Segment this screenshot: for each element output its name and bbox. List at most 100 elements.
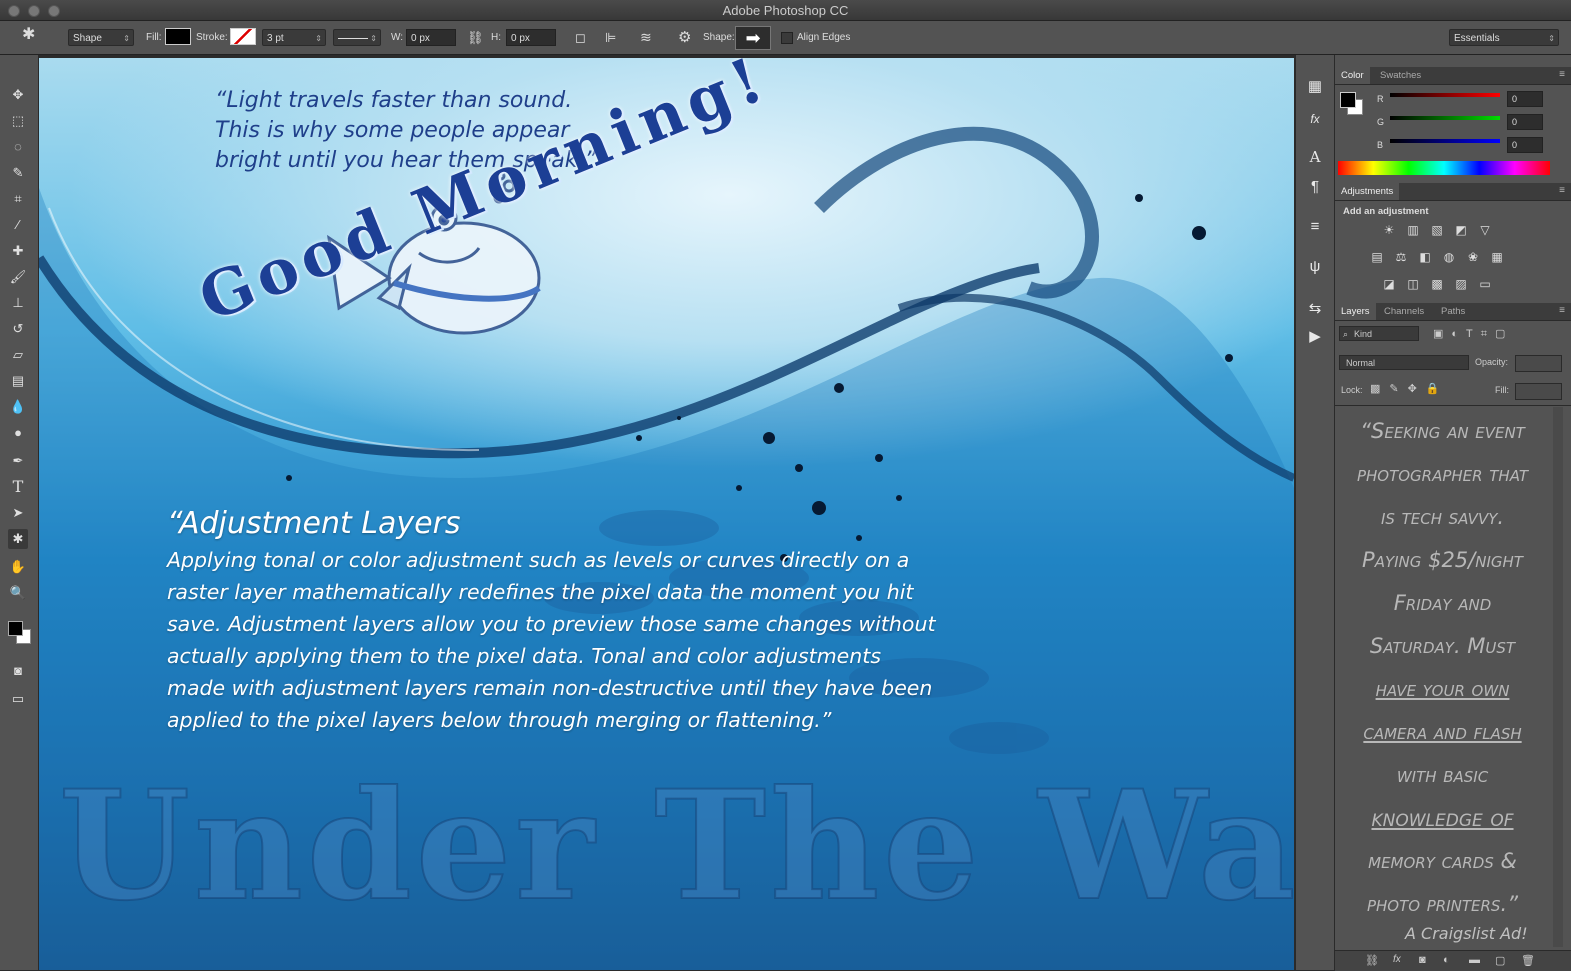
shape-picker-arrow-icon[interactable]: ➡ bbox=[735, 26, 771, 50]
r-slider[interactable] bbox=[1390, 93, 1500, 97]
body-line: raster layer mathematically redefines th… bbox=[167, 580, 914, 604]
new-layer-icon[interactable]: ▢ bbox=[1495, 954, 1505, 967]
lasso-tool-icon[interactable]: ◌ bbox=[8, 137, 28, 157]
crop-tool-icon[interactable]: ⌗ bbox=[8, 189, 28, 209]
tab-swatches[interactable]: Swatches bbox=[1374, 67, 1427, 84]
g-slider[interactable] bbox=[1390, 116, 1500, 120]
custom-shape-tool-icon[interactable]: ✱ bbox=[22, 26, 35, 43]
foreground-color-swatch[interactable] bbox=[1340, 92, 1356, 108]
path-operations-icon[interactable]: ◻ bbox=[575, 29, 586, 46]
group-folder-icon[interactable]: ▬ bbox=[1469, 954, 1480, 966]
lock-icons[interactable]: ▩✎✥🔒 bbox=[1370, 382, 1449, 395]
photo-filter-icon[interactable]: ◍ bbox=[1441, 250, 1457, 264]
ad-line: is tech savvy. bbox=[1380, 505, 1505, 529]
trash-icon[interactable]: 🗑 bbox=[1521, 954, 1535, 967]
styles-panel-icon[interactable]: fx bbox=[1305, 109, 1325, 129]
filter-type-icons[interactable]: ▣◐T⌗▢ bbox=[1433, 327, 1513, 341]
stroke-width-select[interactable]: 3 pt bbox=[262, 29, 326, 47]
opacity-field[interactable] bbox=[1515, 355, 1562, 372]
path-alignment-icon[interactable]: ⊫ bbox=[605, 29, 616, 46]
document-canvas[interactable]: “Light travels faster than sound. This i… bbox=[39, 58, 1294, 970]
r-value-field[interactable]: 0 bbox=[1507, 91, 1543, 107]
hue-saturation-icon[interactable]: ▤ bbox=[1369, 250, 1385, 264]
fill-swatch[interactable] bbox=[165, 28, 191, 45]
width-field[interactable]: 0 px bbox=[406, 29, 456, 46]
threshold-icon[interactable]: ▩ bbox=[1429, 277, 1445, 291]
path-arrangement-icon[interactable]: ≋ bbox=[640, 29, 652, 46]
foreground-background-colors[interactable] bbox=[8, 621, 31, 644]
stroke-swatch[interactable] bbox=[230, 28, 256, 45]
tab-channels[interactable]: Channels bbox=[1378, 303, 1430, 320]
move-tool-icon[interactable]: ✥ bbox=[8, 85, 28, 105]
marquee-tool-icon[interactable]: ⬚ bbox=[8, 111, 28, 131]
tab-paths[interactable]: Paths bbox=[1435, 303, 1471, 320]
eraser-tool-icon[interactable]: ▱ bbox=[8, 345, 28, 365]
panel-menu-icon[interactable]: ≡ bbox=[1559, 185, 1565, 196]
clone-source-panel-icon[interactable]: ⇆ bbox=[1305, 299, 1325, 319]
screen-mode-icon[interactable]: ▭ bbox=[8, 689, 28, 709]
tab-layers[interactable]: Layers bbox=[1335, 303, 1376, 320]
properties-panel-icon[interactable]: ≡ bbox=[1305, 217, 1325, 237]
stroke-label: Stroke: bbox=[196, 32, 228, 43]
levels-icon[interactable]: ▥ bbox=[1405, 223, 1421, 237]
link-icon[interactable]: ⛓ bbox=[467, 29, 484, 46]
actions-panel-icon[interactable]: ▶ bbox=[1305, 327, 1325, 347]
g-value-field[interactable]: 0 bbox=[1507, 114, 1543, 130]
layer-mask-icon[interactable]: ◙ bbox=[1419, 954, 1426, 966]
paragraph-panel-icon[interactable]: ¶ bbox=[1305, 177, 1325, 197]
blend-mode-select[interactable]: Normal bbox=[1339, 355, 1469, 370]
brush-tool-icon[interactable]: 🖌 bbox=[8, 267, 28, 287]
color-balance-icon[interactable]: ⚖ bbox=[1393, 250, 1409, 264]
link-layers-icon[interactable]: ⛓ bbox=[1365, 954, 1379, 967]
posterize-icon[interactable]: ◫ bbox=[1405, 277, 1421, 291]
character-panel-icon[interactable]: A bbox=[1305, 147, 1325, 167]
color-spectrum-bar[interactable] bbox=[1338, 161, 1550, 175]
b-slider[interactable] bbox=[1390, 139, 1500, 143]
path-selection-tool-icon[interactable]: ➤ bbox=[8, 503, 28, 523]
filter-label: Kind bbox=[1354, 329, 1373, 339]
panel-menu-icon[interactable]: ≡ bbox=[1559, 305, 1565, 316]
selective-color-icon[interactable]: ▨ bbox=[1453, 277, 1469, 291]
dodge-tool-icon[interactable]: ● bbox=[8, 423, 28, 443]
gear-icon[interactable]: ⚙ bbox=[678, 29, 691, 46]
tool-mode-select[interactable]: Shape bbox=[68, 29, 134, 47]
history-panel-icon[interactable]: ▦ bbox=[1305, 77, 1325, 97]
vibrance-icon[interactable]: ▽ bbox=[1477, 223, 1493, 237]
gradient-map-icon[interactable]: ▭ bbox=[1477, 277, 1493, 291]
b-value-field[interactable]: 0 bbox=[1507, 137, 1543, 153]
gradient-tool-icon[interactable]: ▤ bbox=[8, 371, 28, 391]
fill-field[interactable] bbox=[1515, 383, 1562, 400]
custom-shape-tool-button-icon[interactable]: ✱ bbox=[8, 529, 28, 549]
zoom-tool-icon[interactable]: 🔍 bbox=[8, 583, 28, 603]
layer-filter-select[interactable]: ⌕ Kind bbox=[1339, 326, 1419, 341]
channel-mixer-icon[interactable]: ❀ bbox=[1465, 250, 1481, 264]
workspace-select[interactable]: Essentials bbox=[1449, 29, 1559, 47]
panel-menu-icon[interactable]: ≡ bbox=[1559, 69, 1565, 80]
quick-mask-icon[interactable]: ◙ bbox=[8, 661, 28, 681]
stamp-tool-icon[interactable]: ⊥ bbox=[8, 293, 28, 313]
layer-style-icon[interactable]: fx bbox=[1393, 954, 1401, 965]
layers-scrollbar[interactable] bbox=[1553, 407, 1563, 947]
eyedropper-tool-icon[interactable]: ⁄ bbox=[8, 215, 28, 235]
black-white-icon[interactable]: ◧ bbox=[1417, 250, 1433, 264]
type-tool-icon[interactable]: T bbox=[8, 477, 28, 497]
color-lookup-icon[interactable]: ▦ bbox=[1489, 250, 1505, 264]
invert-icon[interactable]: ◪ bbox=[1381, 277, 1397, 291]
curves-icon[interactable]: ▧ bbox=[1429, 223, 1445, 237]
tab-adjustments[interactable]: Adjustments bbox=[1335, 183, 1400, 200]
align-edges-checkbox[interactable] bbox=[781, 32, 793, 44]
healing-brush-tool-icon[interactable]: ✚ bbox=[8, 241, 28, 261]
brush-presets-panel-icon[interactable]: ψ bbox=[1305, 257, 1325, 277]
pen-tool-icon[interactable]: ✒ bbox=[8, 451, 28, 471]
stroke-style-select[interactable] bbox=[333, 29, 381, 47]
brightness-icon[interactable]: ☀ bbox=[1381, 223, 1397, 237]
lock-label: Lock: bbox=[1341, 385, 1363, 395]
adjustment-layer-icon[interactable]: ◐ bbox=[1443, 954, 1450, 966]
tab-color[interactable]: Color bbox=[1335, 67, 1370, 84]
height-field[interactable]: 0 px bbox=[506, 29, 556, 46]
history-brush-tool-icon[interactable]: ↺ bbox=[8, 319, 28, 339]
exposure-icon[interactable]: ◩ bbox=[1453, 223, 1469, 237]
hand-tool-icon[interactable]: ✋ bbox=[8, 557, 28, 577]
quick-selection-tool-icon[interactable]: ✎ bbox=[8, 163, 28, 183]
blur-tool-icon[interactable]: 💧 bbox=[8, 397, 28, 417]
